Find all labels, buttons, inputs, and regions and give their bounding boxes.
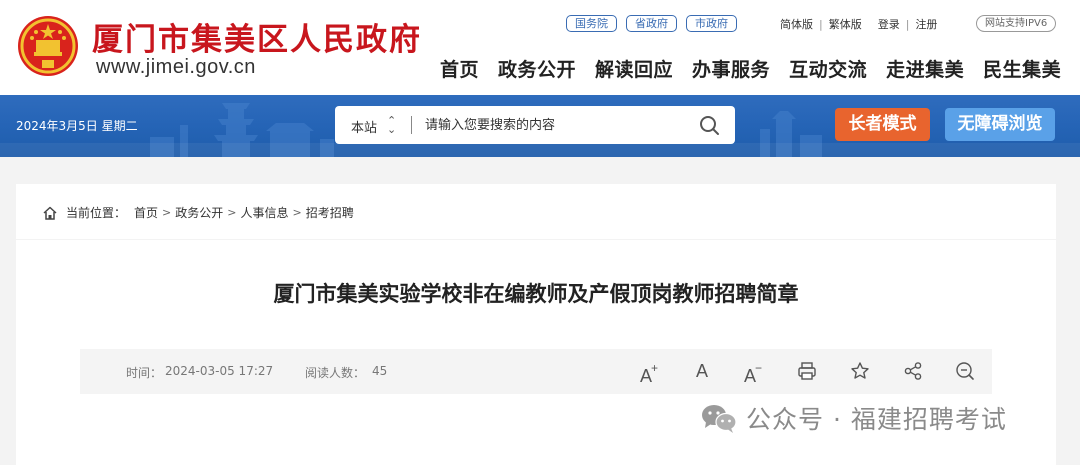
site-header: 厦门市集美区人民政府 www.jimei.gov.cn 国务院 省政府 市政府 … [0, 0, 1080, 95]
search-banner: 2024年3月5日 星期二 本站 ⌃⌄ 长者模式 无障碍浏览 [0, 95, 1080, 157]
nav-item-home[interactable]: 首页 [440, 55, 479, 82]
view-count: 45 [372, 364, 388, 378]
divider: | [819, 17, 823, 31]
national-emblem-icon[interactable] [16, 14, 80, 78]
breadcrumb-item-personnel[interactable]: 人事信息 [240, 204, 288, 221]
search-input[interactable] [425, 114, 695, 136]
watermark-text: 公众号 · 福建招聘考试 [746, 405, 1007, 434]
article-title: 厦门市集美实验学校非在编教师及产假顶岗教师招聘简章 [273, 282, 799, 306]
chevron-right-icon: > [162, 206, 172, 219]
publish-time: 2024-03-05 17:27 [165, 364, 274, 378]
breadcrumb-item-gov-affairs[interactable]: 政务公开 [175, 204, 223, 221]
nav-item-interaction[interactable]: 互动交流 [789, 55, 867, 82]
star-icon [851, 362, 869, 379]
current-date: 2024年3月5日 星期二 [16, 119, 138, 133]
simplified-link[interactable]: 简体版 [780, 16, 813, 32]
gov-link-city[interactable]: 市政府 [686, 15, 737, 32]
favorite-button[interactable] [849, 360, 871, 382]
breadcrumb-item-recruitment[interactable]: 招考招聘 [306, 204, 354, 221]
elder-mode-button[interactable]: 长者模式 [835, 108, 930, 141]
wechat-icon [702, 405, 737, 433]
main-nav: 首页 政务公开 解读回应 办事服务 互动交流 走进集美 民生集美 [440, 55, 1061, 82]
search-scope-select[interactable]: 本站 [351, 117, 377, 136]
breadcrumb: 当前位置： 首页 > 政务公开 > 人事信息 > 招考招聘 [42, 204, 354, 221]
nav-item-services[interactable]: 办事服务 [692, 55, 770, 82]
search-icon[interactable] [697, 114, 721, 136]
ipv6-badge: 网站支持IPV6 [976, 15, 1057, 32]
zoom-out-icon [956, 362, 974, 380]
share-button[interactable] [902, 360, 924, 382]
minus-icon: − [755, 361, 763, 375]
zoom-out-button[interactable] [954, 360, 976, 382]
gov-links: 国务院 省政府 市政府 [566, 15, 737, 32]
font-default-button[interactable]: A [691, 360, 713, 382]
chevron-right-icon: > [292, 206, 302, 219]
breadcrumb-card: 当前位置： 首页 > 政务公开 > 人事信息 > 招考招聘 [16, 184, 1056, 239]
font-increase-button[interactable]: A+ [638, 360, 660, 386]
site-url[interactable]: www.jimei.gov.cn [96, 56, 256, 79]
share-icon [904, 362, 922, 380]
chevron-right-icon: > [227, 206, 237, 219]
traditional-link[interactable]: 繁体版 [829, 16, 862, 32]
nav-item-gov-affairs[interactable]: 政务公开 [498, 55, 576, 82]
home-icon [43, 206, 57, 220]
font-decrease-button[interactable]: A− [742, 360, 764, 386]
gov-link-state-council[interactable]: 国务院 [566, 15, 617, 32]
divider: | [905, 17, 910, 31]
register-link[interactable]: 注册 [915, 16, 937, 32]
top-utility-links: 简体版 | 繁体版 登录 | 注册 [780, 16, 937, 32]
plus-icon: + [651, 361, 659, 375]
accessibility-button[interactable]: 无障碍浏览 [945, 108, 1055, 141]
font-default-label: A [695, 361, 708, 381]
divider [411, 116, 412, 134]
site-title[interactable]: 厦门市集美区人民政府 [92, 14, 422, 59]
search-box: 本站 ⌃ ⌄ [335, 106, 735, 144]
article-meta-bar: 时间： 2024-03-05 17:27 阅读人数： 45 A+ A A− [80, 349, 992, 394]
nav-item-livelihood[interactable]: 民生集美 [983, 55, 1061, 82]
breadcrumb-label: 当前位置： [66, 206, 127, 220]
nav-item-about-jimei[interactable]: 走进集美 [886, 55, 964, 82]
login-link[interactable]: 登录 [878, 16, 900, 32]
sort-arrows-icon[interactable]: ⌃ ⌄ [387, 115, 396, 135]
publish-time-label: 时间： [126, 366, 163, 380]
printer-icon [798, 362, 816, 380]
wechat-watermark: 公众号 · 福建招聘考试 [700, 400, 1007, 436]
gov-link-province[interactable]: 省政府 [626, 15, 677, 32]
breadcrumb-item-home[interactable]: 首页 [134, 204, 158, 221]
nav-item-interpretation[interactable]: 解读回应 [595, 55, 673, 82]
print-button[interactable] [796, 360, 818, 382]
view-count-label: 阅读人数： [305, 366, 366, 380]
